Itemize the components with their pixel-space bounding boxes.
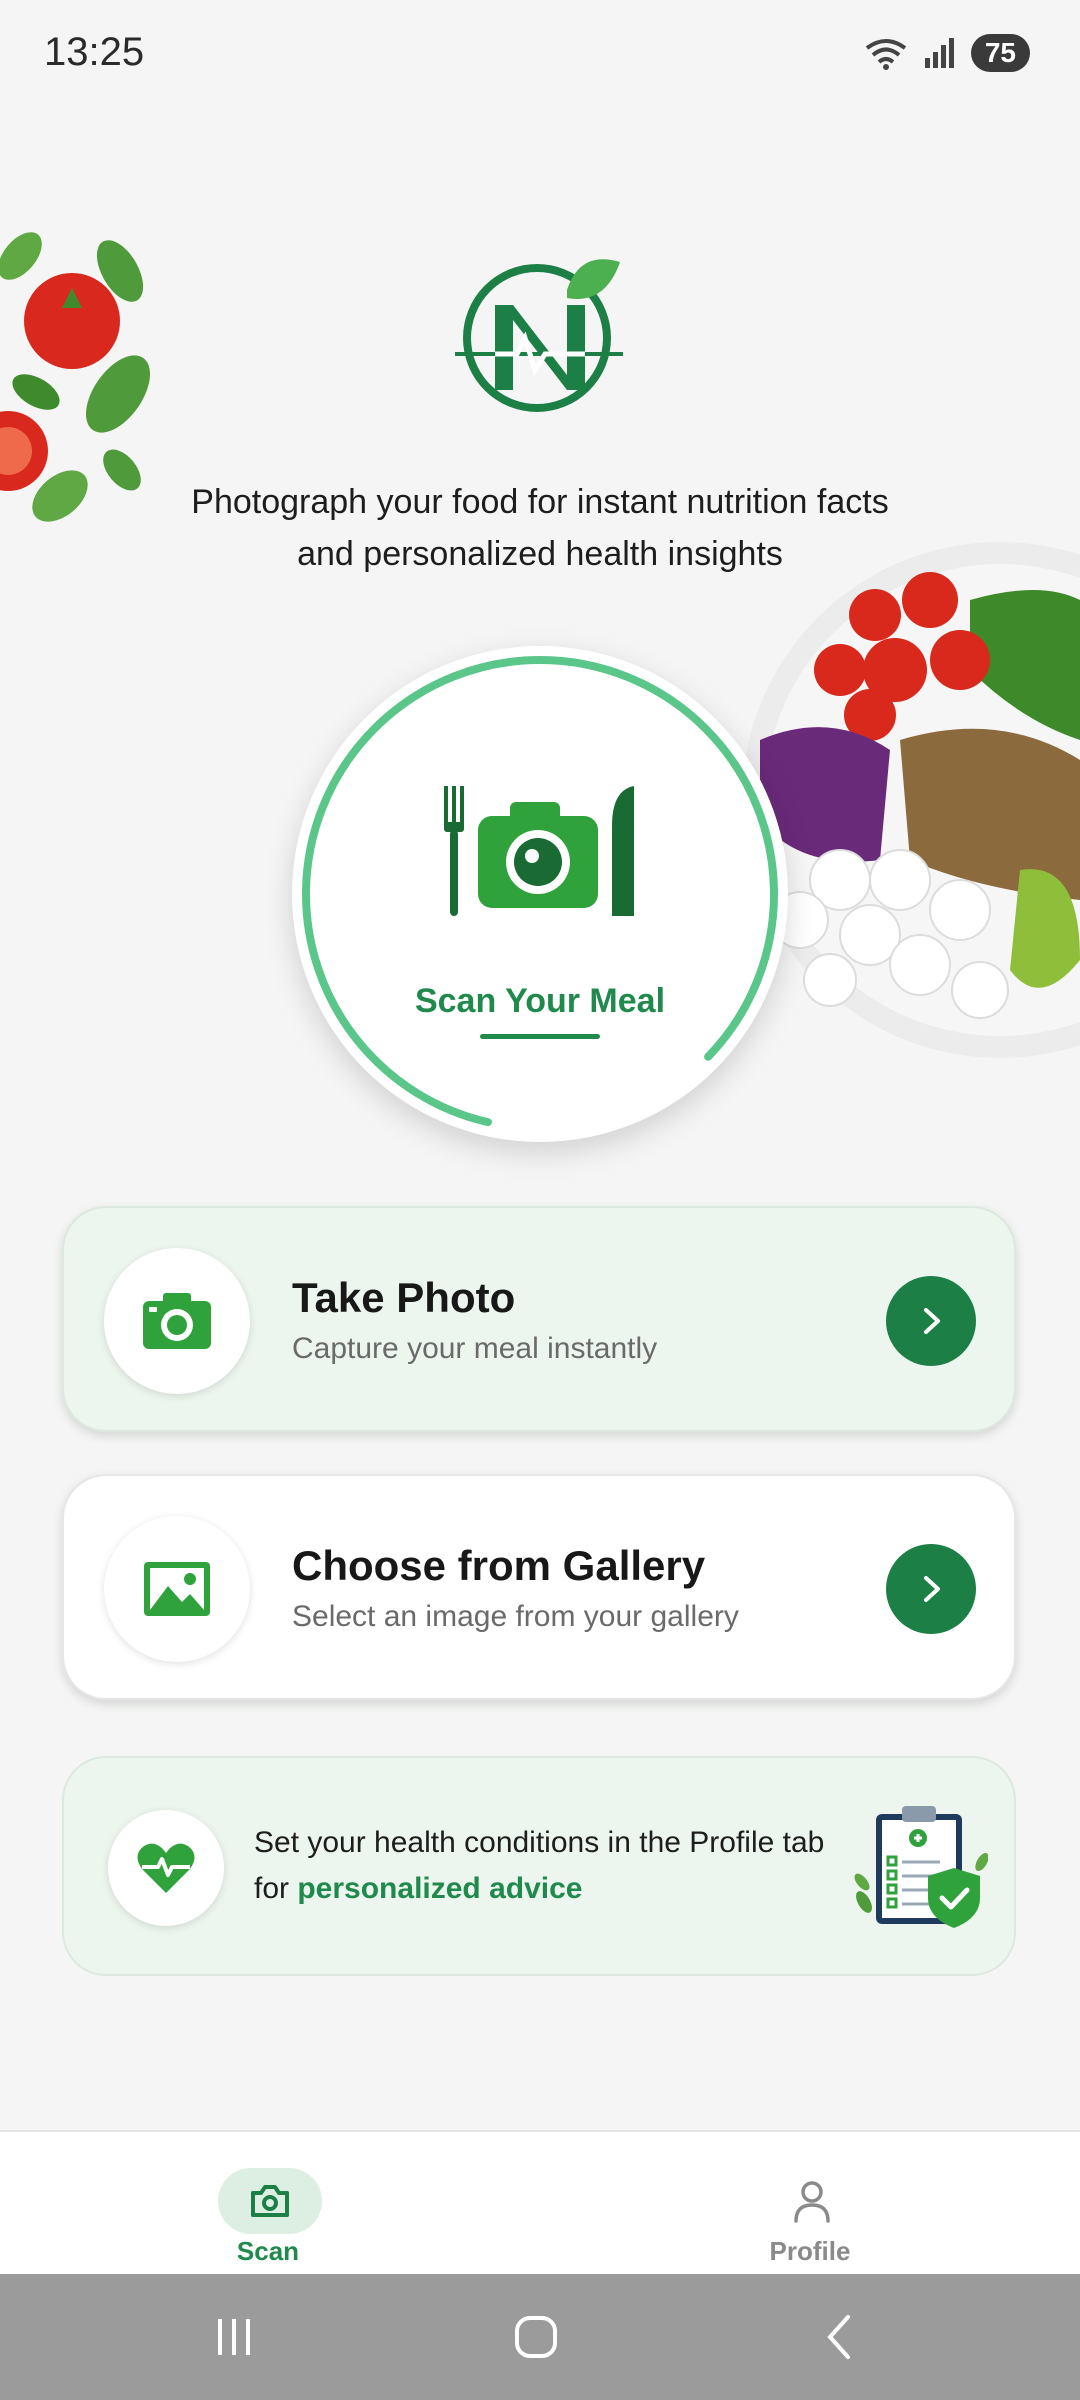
camera-with-cutlery-icon xyxy=(444,786,634,916)
image-icon xyxy=(144,1562,210,1616)
chevron-right-icon xyxy=(924,1308,940,1334)
health-info-text: Set your health conditions in the Profil… xyxy=(254,1820,834,1912)
app-logo xyxy=(455,259,623,412)
wifi-icon xyxy=(865,39,907,70)
take-photo-subtitle: Capture your meal instantly xyxy=(292,1332,658,1365)
home-button[interactable] xyxy=(496,2304,576,2370)
battery-indicator: 75 xyxy=(970,34,1030,72)
health-icon-wrap xyxy=(108,1810,224,1926)
salad-bowl-decoration xyxy=(742,542,1080,1058)
bottom-navigation: Scan Profile xyxy=(0,2130,1080,2274)
gallery-card[interactable]: Choose from Gallery Select an image from… xyxy=(62,1474,1016,1700)
take-photo-icon-wrap xyxy=(104,1248,250,1394)
nav-tab-profile[interactable]: Profile xyxy=(710,2132,910,2276)
take-photo-card[interactable]: Take Photo Capture your meal instantly xyxy=(62,1206,1016,1432)
recent-apps-icon xyxy=(218,2319,250,2355)
status-icons: 75 xyxy=(863,34,1030,72)
system-navigation-bar xyxy=(0,2274,1080,2400)
signal-icon xyxy=(924,38,954,68)
clipboard-shield-icon xyxy=(854,1806,988,1928)
person-icon xyxy=(794,2181,830,2223)
nav-scan-label: Scan xyxy=(236,2236,300,2266)
gallery-title: Choose from Gallery xyxy=(292,1542,706,1589)
nav-profile-label: Profile xyxy=(769,2236,851,2266)
tagline-line-1: Photograph your food for instant nutriti… xyxy=(191,483,889,521)
health-info-card[interactable]: Set your health conditions in the Profil… xyxy=(62,1756,1016,1976)
gallery-icon-wrap xyxy=(104,1516,250,1662)
scan-meal-underline xyxy=(480,1034,600,1039)
back-button[interactable] xyxy=(800,2304,880,2370)
heart-pulse-icon xyxy=(137,1843,195,1893)
scan-meal-button[interactable]: Scan Your Meal xyxy=(292,646,788,1142)
home-icon xyxy=(515,2316,557,2358)
recent-apps-button[interactable] xyxy=(194,2304,274,2370)
take-photo-arrow-button[interactable] xyxy=(886,1276,976,1366)
camera-icon xyxy=(251,2185,289,2217)
nav-profile-icon-wrap xyxy=(760,2168,864,2234)
take-photo-title: Take Photo xyxy=(292,1274,516,1321)
gallery-subtitle: Select an image from your gallery xyxy=(292,1600,739,1633)
nav-scan-pill xyxy=(218,2168,322,2234)
camera-icon xyxy=(143,1293,211,1349)
back-icon xyxy=(827,2315,850,2359)
personalized-advice-link[interactable]: personalized advice xyxy=(297,1872,582,1905)
gallery-arrow-button[interactable] xyxy=(886,1544,976,1634)
status-time: 13:25 xyxy=(44,30,145,74)
tagline: Photograph your food for instant nutriti… xyxy=(0,476,1080,580)
tagline-line-2: and personalized health insights xyxy=(297,535,783,573)
nav-tab-scan[interactable]: Scan xyxy=(168,2132,368,2276)
chevron-right-icon xyxy=(924,1576,940,1602)
status-bar: 13:25 75 xyxy=(0,0,1080,110)
scan-meal-label: Scan Your Meal xyxy=(414,982,666,1020)
